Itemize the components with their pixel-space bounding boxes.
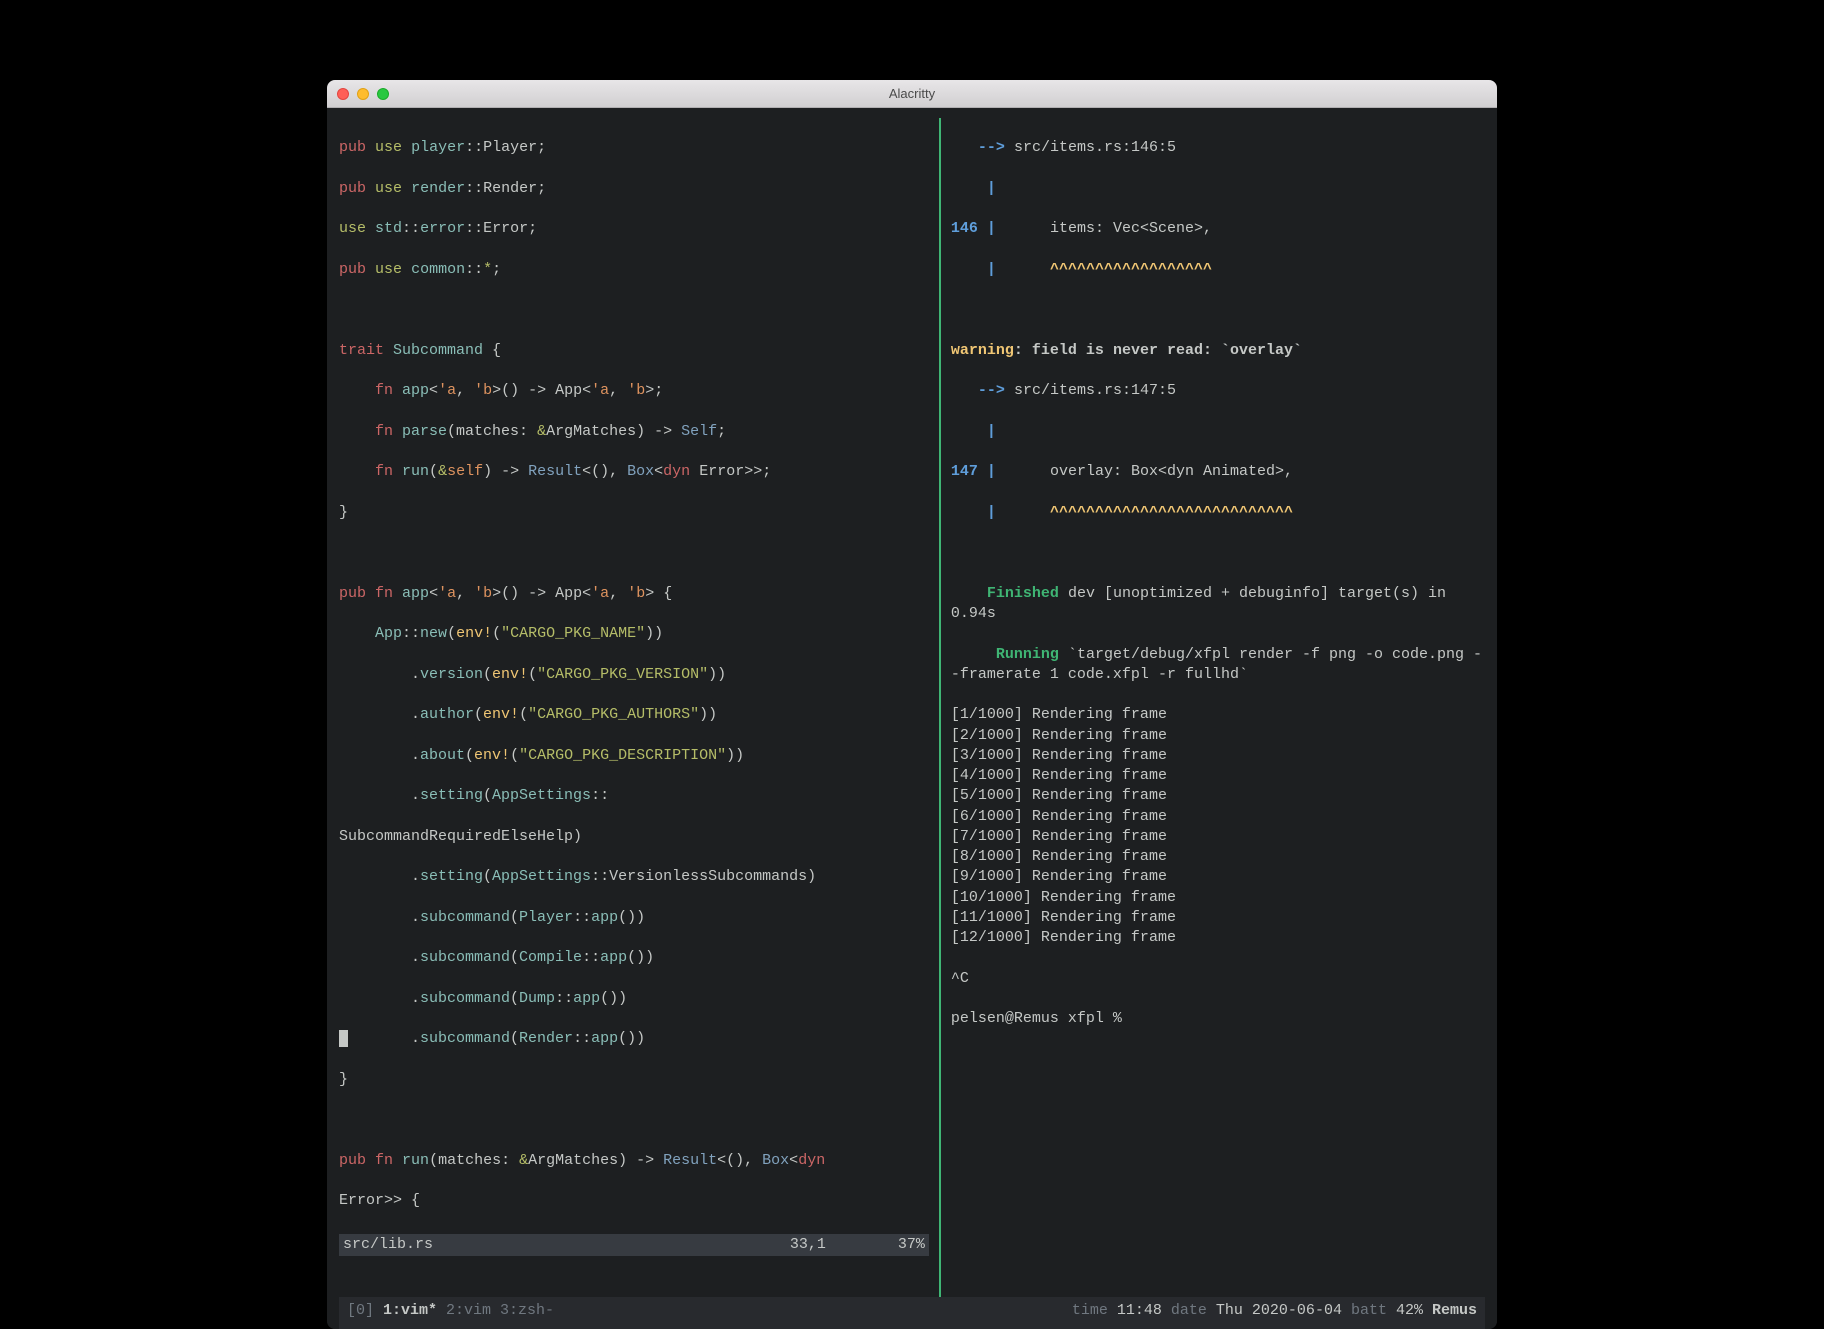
tmux-window-1[interactable]: 1:vim* [383,1302,437,1319]
output-line: [2/1000] Rendering frame [951,726,1485,746]
code-line: fn app<'a, 'b>() -> App<'a, 'b>; [339,381,929,401]
tmux-session-idx: [0] [347,1302,383,1319]
output-line: 147 | overlay: Box<dyn Animated>, [951,462,1485,482]
code-line: .subcommand(Render::app()) [339,1029,929,1049]
right-pane-shell[interactable]: --> src/items.rs:146:5 | 146 | items: Ve… [945,118,1485,1297]
terminal-body[interactable]: pub use player::Player; pub use render::… [327,108,1497,1329]
tmux-statusbar[interactable]: [0] 1:vim* 2:vim 3:zsh- time 11:48 date … [339,1297,1485,1329]
output-line: [8/1000] Rendering frame [951,847,1485,867]
code-line: .setting(AppSettings:: [339,786,929,806]
output-line: | [951,179,1485,199]
output-line: [6/1000] Rendering frame [951,807,1485,827]
output-line: ^C [951,969,1485,989]
output-line: [4/1000] Rendering frame [951,766,1485,786]
tmux-status-right: time 11:48 date Thu 2020-06-04 batt 42% … [1072,1301,1477,1321]
code-line: pub fn app<'a, 'b>() -> App<'a, 'b> { [339,584,929,604]
output-line: Finished dev [unoptimized + debuginfo] t… [951,584,1485,625]
code-line: SubcommandRequiredElseHelp) [339,827,929,847]
pane-divider[interactable] [939,118,941,1297]
output-line: --> src/items.rs:147:5 [951,381,1485,401]
tmux-windows[interactable]: [0] 1:vim* 2:vim 3:zsh- [347,1301,554,1321]
output-line: | ^^^^^^^^^^^^^^^^^^^^^^^^^^^ [951,503,1485,523]
output-line: [1/1000] Rendering frame [951,705,1485,725]
code-line: .subcommand(Dump::app()) [339,989,929,1009]
code-line: fn parse(matches: &ArgMatches) -> Self; [339,422,929,442]
hostname: Remus [1423,1302,1477,1319]
tmux-window-3[interactable]: 3:zsh- [500,1302,554,1319]
terminal-window: Alacritty pub use player::Player; pub us… [327,80,1497,1329]
code-line: App::new(env!("CARGO_PKG_NAME")) [339,624,929,644]
output-line: [10/1000] Rendering frame [951,888,1485,908]
output-line: --> src/items.rs:146:5 [951,138,1485,158]
output-line: [11/1000] Rendering frame [951,908,1485,928]
code-line: pub use render::Render; [339,179,929,199]
code-line: .subcommand(Compile::app()) [339,948,929,968]
vim-statusline: src/lib.rs 33,1 37% [339,1234,929,1256]
code-line: trait Subcommand { [339,341,929,361]
output-line: Running `target/debug/xfpl render -f png… [951,645,1485,686]
code-line: .subcommand(Player::app()) [339,908,929,928]
code-line: pub fn run(matches: &ArgMatches) -> Resu… [339,1151,929,1171]
status-file: src/lib.rs [343,1235,433,1255]
code-line: use std::error::Error; [339,219,929,239]
code-line: .about(env!("CARGO_PKG_DESCRIPTION")) [339,746,929,766]
code-line: .author(env!("CARGO_PKG_AUTHORS")) [339,705,929,725]
code-line: pub use common::*; [339,260,929,280]
status-pct: 37% [898,1236,925,1253]
code-line: .version(env!("CARGO_PKG_VERSION")) [339,665,929,685]
output-line: | [951,422,1485,442]
code-line: } [339,503,929,523]
output-line: warning: field is never read: `overlay` [951,341,1485,361]
output-line: [12/1000] Rendering frame [951,928,1485,948]
output-line: 146 | items: Vec<Scene>, [951,219,1485,239]
code-line: } [339,1070,929,1090]
output-line: [9/1000] Rendering frame [951,867,1485,887]
output-line: [3/1000] Rendering frame [951,746,1485,766]
window-title: Alacritty [327,86,1497,101]
output-line: [7/1000] Rendering frame [951,827,1485,847]
code-line: pub use player::Player; [339,138,929,158]
tmux-window-2[interactable]: 2:vim [437,1302,500,1319]
titlebar[interactable]: Alacritty [327,80,1497,108]
code-line: fn run(&self) -> Result<(), Box<dyn Erro… [339,462,929,482]
code-line: Error>> { [339,1191,929,1211]
status-pos: 33,1 [790,1236,826,1253]
left-pane-vim[interactable]: pub use player::Player; pub use render::… [339,118,935,1297]
output-line: [5/1000] Rendering frame [951,786,1485,806]
code-line: .setting(AppSettings::VersionlessSubcomm… [339,867,929,887]
output-line: | ^^^^^^^^^^^^^^^^^^ [951,260,1485,280]
shell-prompt[interactable]: pelsen@Remus xfpl % [951,1009,1485,1029]
